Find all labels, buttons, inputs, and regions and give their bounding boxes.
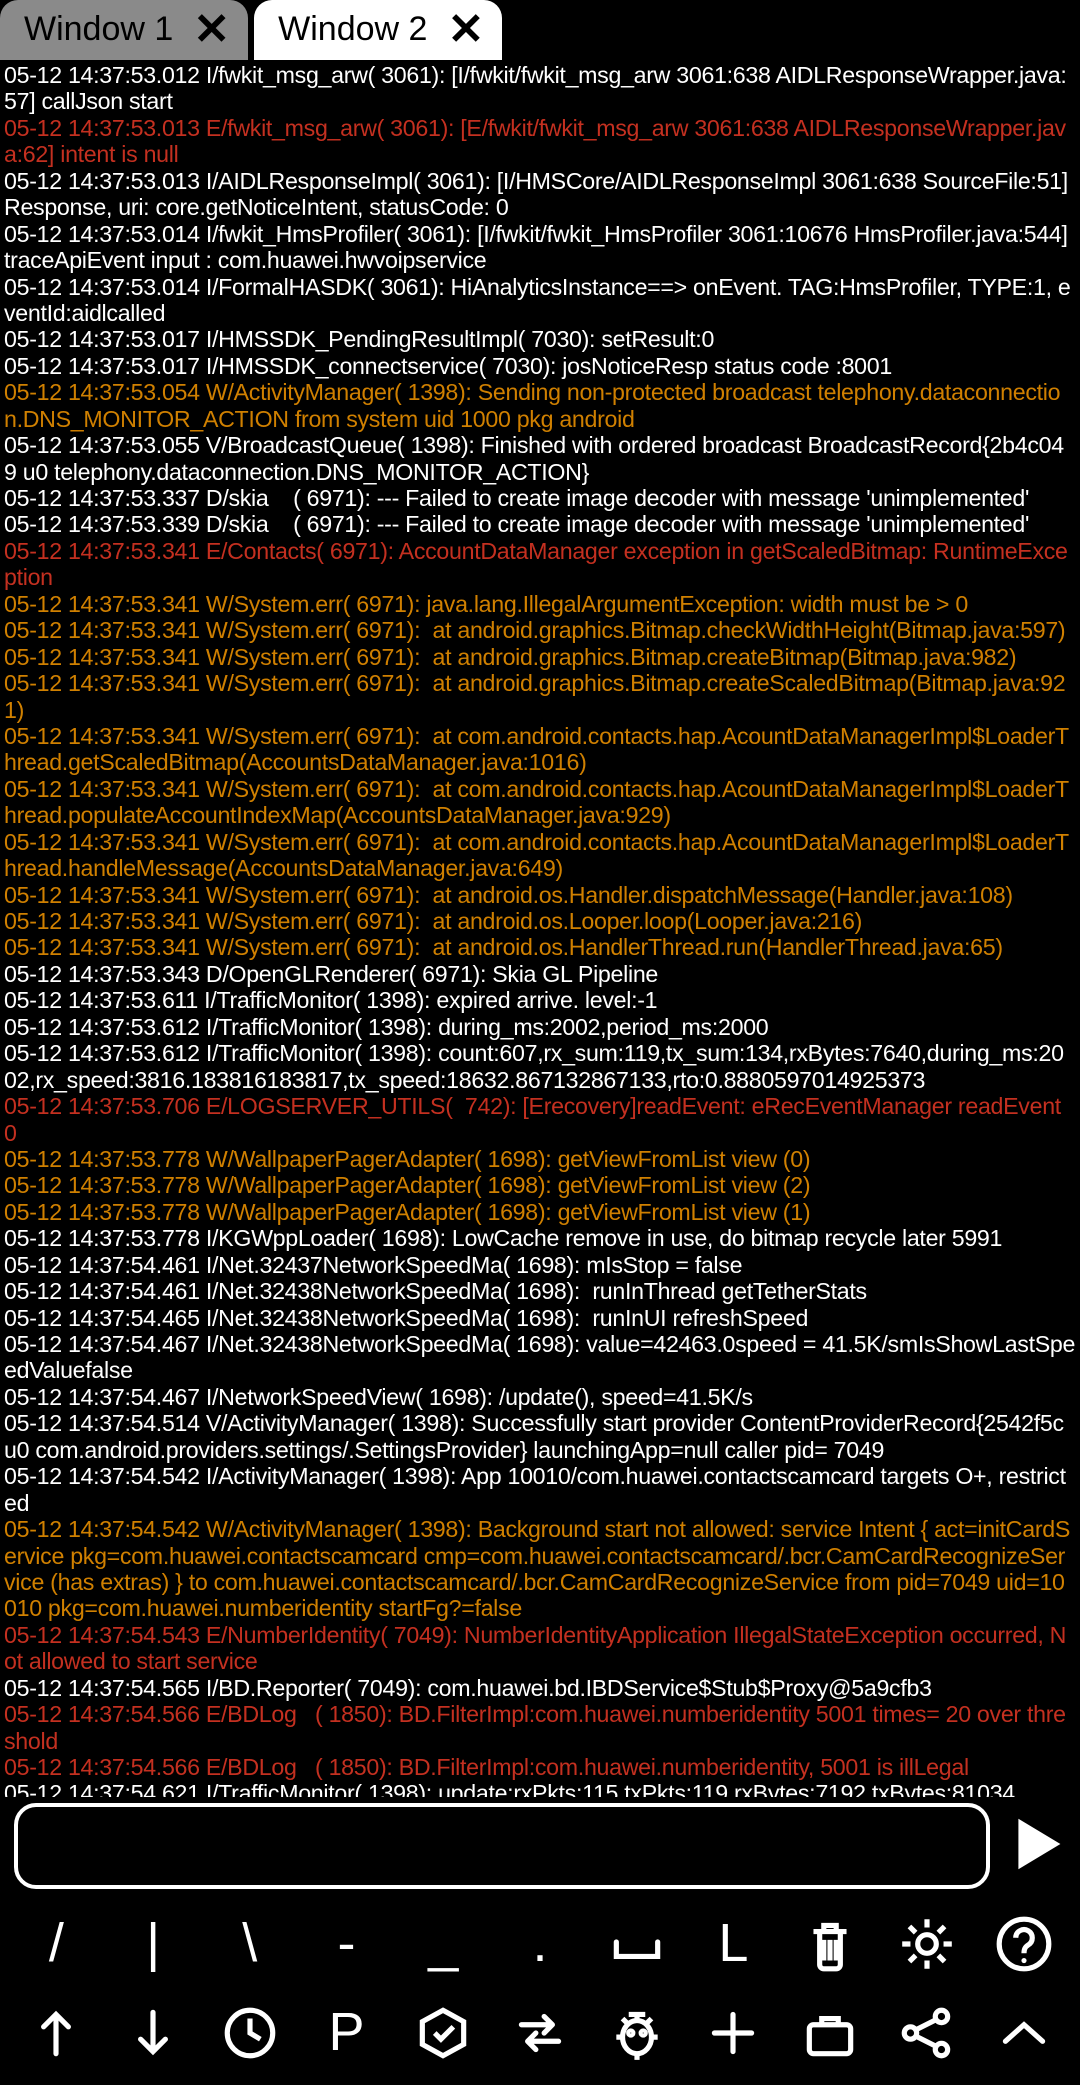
gear-icon[interactable]	[887, 1904, 967, 1984]
log-line: 05-12 14:37:53.341 W/System.err( 6971): …	[4, 908, 1076, 934]
log-line: 05-12 14:37:53.017 I/HMSSDK_connectservi…	[4, 353, 1076, 379]
log-line: 05-12 14:37:53.341 W/System.err( 6971): …	[4, 776, 1076, 829]
log-line: 05-12 14:37:54.467 I/NetworkSpeedView( 1…	[4, 1384, 1076, 1410]
log-line: 05-12 14:37:54.465 I/Net.32438NetworkSpe…	[4, 1305, 1076, 1331]
underscore-key[interactable]: _	[403, 1904, 483, 1984]
package-icon[interactable]	[403, 1993, 483, 2073]
log-line: 05-12 14:37:53.341 W/System.err( 6971): …	[4, 670, 1076, 723]
log-line: 05-12 14:37:53.013 E/fwkit_msg_arw( 3061…	[4, 115, 1076, 168]
arrow-down-icon[interactable]	[113, 1993, 193, 2073]
briefcase-icon[interactable]	[790, 1993, 870, 2073]
p-key[interactable]: P	[307, 1993, 387, 2073]
clock-icon[interactable]	[210, 1993, 290, 2073]
close-icon[interactable]: ✕	[447, 8, 484, 52]
arrow-up-icon[interactable]	[16, 1993, 96, 2073]
log-line: 05-12 14:37:53.054 W/ActivityManager( 13…	[4, 379, 1076, 432]
bug-icon[interactable]	[597, 1993, 677, 2073]
log-line: 05-12 14:37:53.778 W/WallpaperPagerAdapt…	[4, 1172, 1076, 1198]
log-line: 05-12 14:37:53.611 I/TrafficMonitor( 139…	[4, 987, 1076, 1013]
play-icon	[1010, 1816, 1066, 1872]
close-icon[interactable]: ✕	[193, 8, 230, 52]
backslash-key[interactable]: \	[210, 1904, 290, 1984]
log-line: 05-12 14:37:54.461 I/Net.32437NetworkSpe…	[4, 1252, 1076, 1278]
log-line: 05-12 14:37:53.341 W/System.err( 6971): …	[4, 723, 1076, 776]
log-line: 05-12 14:37:53.014 I/fwkit_HmsProfiler( …	[4, 221, 1076, 274]
slash-key[interactable]: /	[16, 1904, 96, 1984]
space-key[interactable]	[597, 1904, 677, 1984]
command-row	[0, 1797, 1080, 1895]
plus-icon[interactable]	[693, 1993, 773, 2073]
log-line: 05-12 14:37:54.543 E/NumberIdentity( 704…	[4, 1622, 1076, 1675]
share-icon[interactable]	[887, 1993, 967, 2073]
log-line: 05-12 14:37:53.014 I/FormalHASDK( 3061):…	[4, 274, 1076, 327]
log-line: 05-12 14:37:53.341 W/System.err( 6971): …	[4, 882, 1076, 908]
log-output[interactable]: 05-12 14:37:53.012 I/fwkit_msg_arw( 3061…	[0, 60, 1080, 1797]
log-line: 05-12 14:37:53.706 E/LOGSERVER_UTILS( 74…	[4, 1093, 1076, 1146]
log-line: 05-12 14:37:53.778 W/WallpaperPagerAdapt…	[4, 1146, 1076, 1172]
log-line: 05-12 14:37:54.566 E/BDLog ( 1850): BD.F…	[4, 1754, 1076, 1780]
log-line: 05-12 14:37:53.612 I/TrafficMonitor( 139…	[4, 1014, 1076, 1040]
tab-label: Window 2	[278, 10, 427, 49]
pipe-key[interactable]: |	[113, 1904, 193, 1984]
log-line: 05-12 14:37:53.337 D/skia ( 6971): --- F…	[4, 485, 1076, 511]
log-line: 05-12 14:37:54.566 E/BDLog ( 1850): BD.F…	[4, 1701, 1076, 1754]
tab-window-1[interactable]: Window 1 ✕	[0, 0, 248, 60]
chevron-up-icon[interactable]	[984, 1993, 1064, 2073]
log-line: 05-12 14:37:54.565 I/BD.Reporter( 7049):…	[4, 1675, 1076, 1701]
log-line: 05-12 14:37:54.514 V/ActivityManager( 13…	[4, 1410, 1076, 1463]
tab-bar: Window 1 ✕ Window 2 ✕	[0, 0, 1080, 60]
log-line: 05-12 14:37:53.341 W/System.err( 6971): …	[4, 644, 1076, 670]
log-line: 05-12 14:37:53.341 W/System.err( 6971): …	[4, 617, 1076, 643]
log-line: 05-12 14:37:54.467 I/Net.32438NetworkSpe…	[4, 1331, 1076, 1384]
trash-icon[interactable]	[790, 1904, 870, 1984]
log-line: 05-12 14:37:53.013 I/AIDLResponseImpl( 3…	[4, 168, 1076, 221]
dot-key[interactable]: .	[500, 1904, 580, 1984]
command-input[interactable]	[14, 1803, 990, 1889]
log-line: 05-12 14:37:54.621 I/TrafficMonitor( 139…	[4, 1780, 1076, 1797]
tab-window-2[interactable]: Window 2 ✕	[254, 0, 502, 60]
log-line: 05-12 14:37:53.341 W/System.err( 6971): …	[4, 934, 1076, 960]
log-line: 05-12 14:37:54.542 W/ActivityManager( 13…	[4, 1516, 1076, 1622]
dash-key[interactable]: -	[307, 1904, 387, 1984]
log-line: 05-12 14:37:53.778 W/WallpaperPagerAdapt…	[4, 1199, 1076, 1225]
log-line: 05-12 14:37:53.778 I/KGWppLoader( 1698):…	[4, 1225, 1076, 1251]
toolbar: /|\-_. L P	[0, 1895, 1080, 2085]
tab-label: Window 1	[24, 10, 173, 49]
log-line: 05-12 14:37:53.012 I/fwkit_msg_arw( 3061…	[4, 62, 1076, 115]
log-line: 05-12 14:37:53.055 V/BroadcastQueue( 139…	[4, 432, 1076, 485]
log-line: 05-12 14:37:53.339 D/skia ( 6971): --- F…	[4, 511, 1076, 537]
log-line: 05-12 14:37:54.542 I/ActivityManager( 13…	[4, 1463, 1076, 1516]
log-line: 05-12 14:37:53.341 W/System.err( 6971): …	[4, 829, 1076, 882]
log-line: 05-12 14:37:53.341 E/Contacts( 6971): Ac…	[4, 538, 1076, 591]
log-line: 05-12 14:37:53.017 I/HMSSDK_PendingResul…	[4, 326, 1076, 352]
help-icon[interactable]	[984, 1904, 1064, 1984]
run-button[interactable]	[1010, 1816, 1066, 1877]
l-key[interactable]: L	[693, 1904, 773, 1984]
log-line: 05-12 14:37:54.461 I/Net.32438NetworkSpe…	[4, 1278, 1076, 1304]
swap-icon[interactable]	[500, 1993, 580, 2073]
log-line: 05-12 14:37:53.343 D/OpenGLRenderer( 697…	[4, 961, 1076, 987]
log-line: 05-12 14:37:53.612 I/TrafficMonitor( 139…	[4, 1040, 1076, 1093]
log-line: 05-12 14:37:53.341 W/System.err( 6971): …	[4, 591, 1076, 617]
